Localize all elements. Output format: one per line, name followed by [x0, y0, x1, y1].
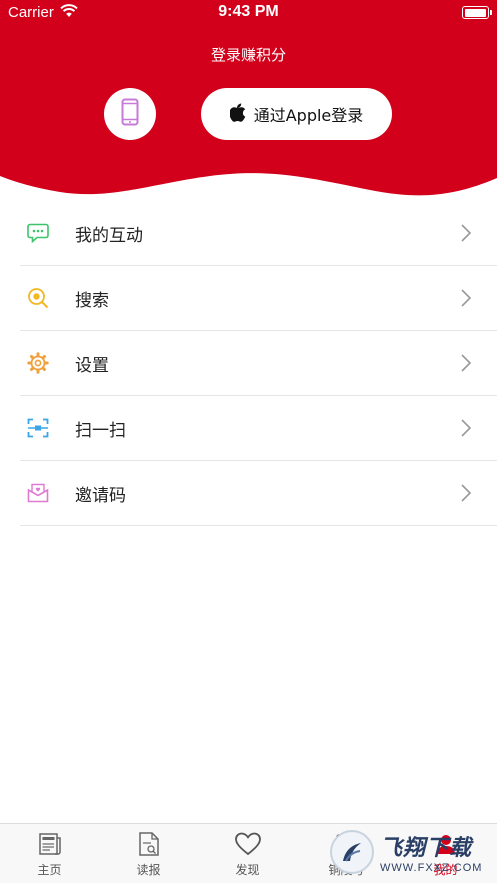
apple-logo-icon	[229, 103, 246, 126]
heart-icon	[234, 830, 262, 858]
watermark-main-text: 飞翔下载	[380, 836, 473, 861]
chevron-right-icon	[460, 223, 472, 247]
menu-item-label: 邀请码	[75, 485, 126, 506]
newspaper-icon	[138, 830, 160, 858]
menu-item-search[interactable]: 搜索	[20, 266, 497, 331]
profile-menu: 我的互动 搜索 设置 扫一扫 邀请码	[20, 201, 497, 526]
watermark-sub-text: WWW.FXXZ.COM	[380, 862, 483, 874]
chevron-right-icon	[460, 418, 472, 442]
menu-item-label: 搜索	[75, 290, 109, 311]
status-bar: Carrier 9:43 PM	[0, 0, 497, 26]
phone-icon	[121, 98, 139, 130]
menu-item-invite-code[interactable]: 邀请码	[20, 461, 497, 526]
menu-item-label: 扫一扫	[75, 420, 126, 441]
chevron-right-icon	[460, 483, 472, 507]
apple-login-button[interactable]: 通过Apple登录	[201, 88, 392, 140]
menu-item-settings[interactable]: 设置	[20, 331, 497, 396]
menu-item-scan[interactable]: 扫一扫	[20, 396, 497, 461]
chevron-right-icon	[460, 288, 472, 312]
tab-home[interactable]: 主页	[0, 824, 99, 883]
watermark-logo-icon	[330, 830, 374, 874]
tab-label: 读报	[136, 863, 161, 877]
menu-item-label: 我的互动	[75, 225, 143, 246]
chat-bubble-icon	[27, 222, 49, 244]
menu-item-label: 设置	[75, 355, 109, 376]
scan-icon	[27, 417, 49, 439]
gear-icon	[27, 352, 49, 374]
login-header: Carrier 9:43 PM 登录赚积分 通过Apple登录	[0, 0, 497, 205]
battery-icon	[462, 6, 492, 19]
search-icon	[27, 287, 49, 309]
envelope-icon	[27, 482, 49, 504]
menu-item-interactions[interactable]: 我的互动	[20, 201, 497, 266]
watermark: 飞翔下载 WWW.FXXZ.COM	[330, 826, 490, 878]
tab-label: 发现	[235, 863, 260, 877]
apple-login-label: 通过Apple登录	[253, 106, 364, 125]
login-title: 登录赚积分	[210, 46, 286, 64]
news-icon	[38, 830, 62, 858]
status-time: 9:43 PM	[218, 3, 279, 20]
tab-label: 主页	[37, 863, 62, 877]
tab-discover[interactable]: 发现	[198, 824, 297, 883]
tab-read-paper[interactable]: 读报	[99, 824, 198, 883]
phone-login-button[interactable]	[104, 88, 156, 140]
chevron-right-icon	[460, 353, 472, 377]
